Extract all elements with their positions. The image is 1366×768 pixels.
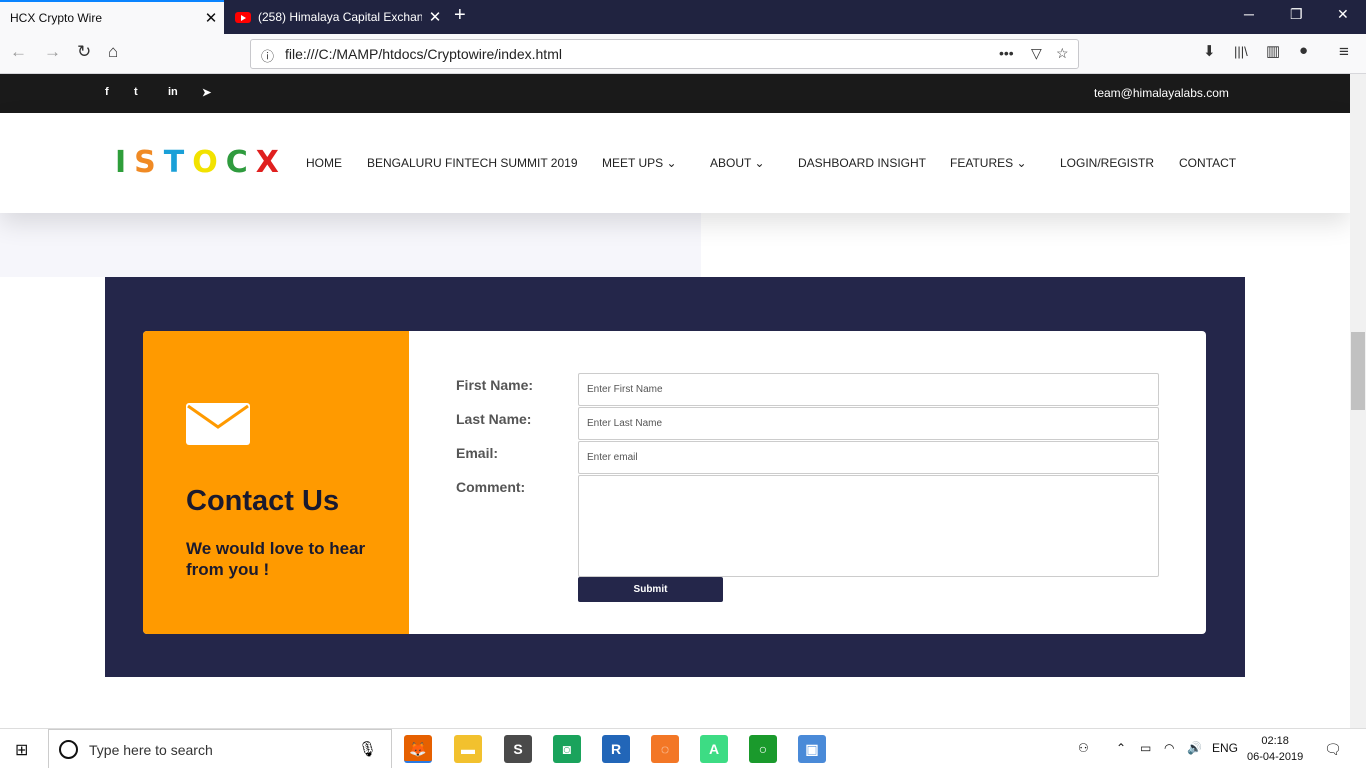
library-icon[interactable]: |||\ [1234,44,1248,59]
download-icon[interactable]: ⬇ [1203,42,1216,60]
browser-tab-bar: HCX Crypto Wire ✕ (258) Himalaya Capital… [0,0,1366,34]
sublime-app-icon[interactable]: S [504,735,532,763]
show-hidden-icon[interactable]: ⌃ [1116,741,1126,755]
reload-button[interactable]: ↻ [77,42,91,62]
logo-letter: X [255,145,287,180]
sidebar-icon[interactable]: ▥ [1266,42,1280,60]
pocket-icon[interactable]: ▽ [1031,45,1042,62]
firefox-app-icon[interactable]: 🦊 [404,735,432,763]
section-background [0,213,701,277]
volume-icon[interactable]: 🔊 [1187,741,1202,755]
bookmark-star-icon[interactable]: ☆ [1056,45,1069,62]
microphone-icon[interactable]: 🎙 [358,740,377,758]
nav-contact[interactable]: CONTACT [1179,156,1236,170]
contact-subtitle: We would love to hear from you ! [186,539,366,579]
tab-title: HCX Crypto Wire [10,11,103,25]
istocx-logo[interactable]: ISTOCX [115,145,287,180]
comment-textarea[interactable] [578,475,1159,577]
contact-card: Contact Us We would love to hear from yo… [143,331,1206,634]
back-button[interactable]: ← [10,42,27,62]
logo-letter: T [163,145,193,180]
navigation-bar: ← → ↻ ⌂ ⓘ file:///C:/MAMP/htdocs/Cryptow… [0,34,1366,74]
submit-button[interactable]: Submit [578,577,723,602]
windows-taskbar: ⊞ Type here to search 🎙 🦊 ▬ S ◙ R ◌ A ○ … [0,728,1366,768]
linkedin-icon[interactable]: in [168,86,178,98]
tab-title: (258) Himalaya Capital Exchang [258,10,422,24]
contact-email-link[interactable]: team@himalayalabs.com [1094,86,1229,100]
circle-app-icon[interactable]: ○ [749,735,777,763]
close-tab-icon[interactable]: ✕ [198,9,224,27]
cortana-icon [59,740,78,759]
home-button[interactable]: ⌂ [108,42,118,62]
file-explorer-app-icon[interactable]: ▬ [454,735,482,763]
page-actions-icon[interactable]: ••• [999,45,1014,61]
facebook-icon[interactable]: f [105,86,109,98]
logo-letter: C [225,145,256,180]
r-app-icon[interactable]: R [602,735,630,763]
new-tab-button[interactable]: + [454,4,466,27]
email-label: Email: [456,445,499,461]
nav-meet-ups[interactable]: MEET UPS ⌄ [602,156,677,170]
contact-intro-panel: Contact Us We would love to hear from yo… [143,331,409,634]
contact-section: Contact Us We would love to hear from yo… [105,277,1245,677]
notifications-icon[interactable]: 🗨 [1324,741,1342,758]
close-window-button[interactable]: ✕ [1337,6,1349,23]
scrollbar-thumb[interactable] [1351,332,1365,410]
telegram-icon[interactable]: ➤ [202,86,211,99]
site-top-bar: f t in ➤ team@himalayalabs.com [0,74,1350,113]
email-input[interactable]: Enter email [578,441,1159,474]
logo-letter: O [192,145,226,180]
language-indicator[interactable]: ENG [1212,741,1238,755]
nav-dashboard-insight[interactable]: DASHBOARD INSIGHT [798,156,926,170]
nav-about[interactable]: ABOUT ⌄ [710,156,765,170]
url-text[interactable]: file:///C:/MAMP/htdocs/Cryptowire/index.… [285,46,562,62]
tab-hcx-crypto-wire[interactable]: HCX Crypto Wire ✕ [0,0,224,34]
contact-title: Contact Us [186,485,340,517]
clock-time: 02:18 [1261,735,1289,747]
twitter-icon[interactable]: t [134,86,138,98]
wifi-icon[interactable]: ◠ [1164,741,1174,755]
minimize-button[interactable]: ─ [1244,6,1254,22]
nav-login-register[interactable]: LOGIN/REGISTR [1060,156,1154,170]
battery-icon[interactable]: ▭ [1140,741,1151,755]
nav-home[interactable]: HOME [306,156,342,170]
nav-features[interactable]: FEATURES ⌄ [950,156,1027,170]
envelope-icon [186,403,250,445]
close-tab-icon[interactable]: ✕ [422,8,448,26]
youtube-icon [235,11,251,23]
account-icon[interactable]: ● [1299,42,1308,59]
jupyter-app-icon[interactable]: ◌ [651,735,679,763]
first-name-label: First Name: [456,377,534,393]
forward-button[interactable]: → [44,42,61,62]
taskbar-search[interactable]: Type here to search 🎙 [48,729,392,768]
android-studio-app-icon[interactable]: A [700,735,728,763]
tab-himalaya-youtube[interactable]: (258) Himalaya Capital Exchang ✕ [224,0,448,34]
restore-button[interactable]: ❐ [1290,6,1303,23]
comment-label: Comment: [456,479,526,495]
last-name-input[interactable]: Enter Last Name [578,407,1159,440]
page-viewport: f t in ➤ team@himalayalabs.com ISTOCX HO… [0,74,1350,728]
info-icon[interactable]: ⓘ [261,46,274,65]
remote-app-icon[interactable]: ▣ [798,735,826,763]
clock-date: 06-04-2019 [1247,751,1304,763]
last-name-label: Last Name: [456,411,532,427]
nav-bengaluru-fintech-summit[interactable]: BENGALURU FINTECH SUMMIT 2019 [367,156,578,170]
people-icon[interactable]: ⚇ [1078,741,1089,755]
logo-letter: I [115,145,135,180]
search-placeholder: Type here to search [89,742,213,758]
first-name-input[interactable]: Enter First Name [578,373,1159,406]
menu-icon[interactable]: ≡ [1339,42,1349,62]
windows-start-icon[interactable]: ⊞ [15,740,28,760]
clock[interactable]: 02:18 06-04-2019 [1247,733,1303,765]
green-app-icon[interactable]: ◙ [553,735,581,763]
site-header: ISTOCX HOME BENGALURU FINTECH SUMMIT 201… [0,113,1350,213]
url-bar[interactable]: ⓘ file:///C:/MAMP/htdocs/Cryptowire/inde… [250,39,1079,69]
logo-letter: S [134,145,164,180]
